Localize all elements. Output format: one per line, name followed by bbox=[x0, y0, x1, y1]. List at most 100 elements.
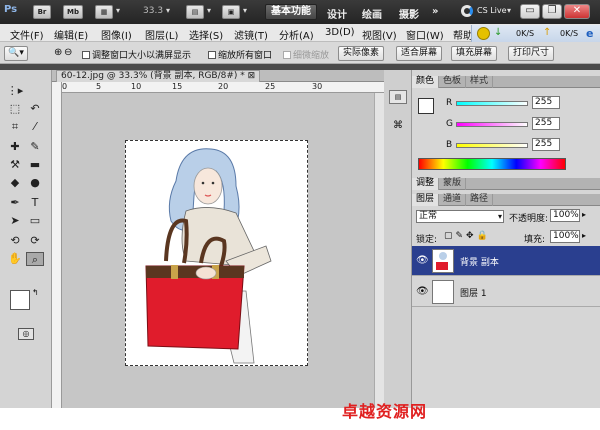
path-select-icon[interactable]: ➤ bbox=[6, 214, 24, 228]
tab-styles[interactable]: 样式 bbox=[466, 76, 494, 88]
fill-arrow-icon[interactable]: ▸ bbox=[582, 231, 586, 240]
lock-label: 锁定: bbox=[416, 235, 438, 245]
color-spectrum-ramp[interactable] bbox=[418, 158, 566, 170]
move-tool-icon[interactable]: ⋮▸ bbox=[6, 84, 24, 98]
clone-stamp-icon[interactable]: ⚒ bbox=[6, 158, 24, 172]
channel-g-value[interactable]: 255 bbox=[532, 117, 560, 130]
tab-paths[interactable]: 路径 bbox=[466, 194, 494, 206]
workspace-essentials[interactable]: 基本功能 bbox=[265, 4, 317, 20]
restore-button[interactable]: ❐ bbox=[542, 4, 562, 19]
fit-screen-button[interactable]: 适合屏幕 bbox=[396, 46, 443, 61]
zoom-in-icon[interactable]: ⊕ bbox=[54, 47, 62, 58]
gradient-tool-icon[interactable]: ▬ bbox=[26, 158, 44, 172]
channel-r-slider[interactable] bbox=[456, 101, 528, 106]
fill-input[interactable]: 100% bbox=[550, 230, 580, 243]
tool-presets-icon[interactable]: ⌘ bbox=[389, 120, 407, 134]
3d-rotate-icon[interactable]: ⟲ bbox=[6, 234, 24, 248]
watermark-text: 卓越资源网 bbox=[342, 402, 428, 421]
view-extras-button[interactable]: ▦ bbox=[95, 5, 113, 19]
chevron-down-icon[interactable]: ▾ bbox=[166, 6, 170, 15]
screen-mode-button[interactable]: ▣ bbox=[222, 5, 240, 19]
pen-tool-icon[interactable]: ✒ bbox=[6, 196, 24, 210]
cs-live-icon[interactable] bbox=[461, 5, 473, 17]
history-panel-icon[interactable]: ▤ bbox=[389, 90, 407, 104]
zoom-tool-icon[interactable]: ⌕ bbox=[26, 252, 44, 266]
tab-layers[interactable]: 图层 bbox=[412, 194, 440, 206]
lasso-tool-icon[interactable]: ↶ bbox=[26, 102, 44, 116]
dodge-tool-icon[interactable]: ● bbox=[26, 176, 44, 190]
close-button[interactable]: ✕ bbox=[564, 4, 590, 19]
foreground-color-swatch[interactable] bbox=[10, 290, 30, 310]
channel-b-value[interactable]: 255 bbox=[532, 138, 560, 151]
color-foreground-swatch[interactable] bbox=[418, 98, 434, 114]
menu-select[interactable]: 选择(S) bbox=[189, 27, 223, 42]
cs-live-button[interactable]: CS Live bbox=[477, 6, 507, 15]
tab-adjustments[interactable]: 调整 bbox=[412, 178, 440, 190]
zoom-level[interactable]: 33.3 bbox=[143, 6, 163, 16]
zoom-all-windows-checkbox[interactable]: 缩放所有窗口 bbox=[208, 48, 272, 61]
marquee-tool-icon[interactable]: ⬚ bbox=[6, 102, 24, 116]
close-icon[interactable]: ⊠ bbox=[248, 71, 256, 81]
actual-pixels-button[interactable]: 实际像素 bbox=[338, 46, 385, 61]
menu-view[interactable]: 视图(V) bbox=[362, 27, 397, 42]
menu-image[interactable]: 图像(I) bbox=[101, 27, 132, 42]
menu-filter[interactable]: 滤镜(T) bbox=[234, 27, 268, 42]
chevron-down-icon[interactable]: ▾ bbox=[243, 6, 247, 15]
scrubby-zoom-checkbox[interactable]: 细微缩放 bbox=[283, 48, 329, 61]
workspace-painting[interactable]: 绘画 bbox=[362, 6, 382, 21]
workspace-photography[interactable]: 摄影 bbox=[399, 6, 419, 21]
chevron-down-icon[interactable]: ▾ bbox=[116, 6, 120, 15]
menu-edit[interactable]: 编辑(E) bbox=[54, 27, 88, 42]
vertical-scrollbar[interactable] bbox=[374, 93, 384, 408]
type-tool-icon[interactable]: T bbox=[26, 196, 44, 210]
quick-mask-icon[interactable]: ◎ bbox=[18, 328, 34, 340]
swap-colors-icon[interactable]: ↰ bbox=[32, 288, 39, 297]
bridge-button[interactable]: Br bbox=[33, 5, 51, 19]
tab-swatches[interactable]: 色板 bbox=[439, 76, 467, 88]
document-title: 60-12.jpg @ 33.3% (背景 副本, RGB/8#) * bbox=[61, 71, 245, 81]
zoom-out-icon[interactable]: ⊖ bbox=[64, 47, 72, 58]
opacity-label: 不透明度: bbox=[509, 214, 549, 224]
workspace-design[interactable]: 设计 bbox=[327, 6, 347, 21]
menu-help[interactable]: 帮助 bbox=[453, 27, 473, 42]
opacity-input[interactable]: 100% bbox=[550, 209, 580, 222]
menu-3d[interactable]: 3D(D) bbox=[325, 27, 355, 38]
brush-tool-icon[interactable]: ✎ bbox=[26, 140, 44, 154]
eyedropper-tool-icon[interactable]: ⁄ bbox=[26, 120, 44, 134]
minimize-button[interactable]: ▭ bbox=[520, 4, 540, 19]
layer-row[interactable]: 👁 图层 1 bbox=[412, 277, 600, 307]
3d-orbit-icon[interactable]: ⟳ bbox=[26, 234, 44, 248]
visibility-eye-icon[interactable]: 👁 bbox=[416, 286, 429, 297]
opacity-arrow-icon[interactable]: ▸ bbox=[582, 210, 586, 219]
minibridge-button[interactable]: Mb bbox=[63, 5, 83, 19]
chevron-down-icon[interactable]: ▾ bbox=[507, 6, 511, 15]
menu-layer[interactable]: 图层(L) bbox=[145, 27, 178, 42]
tab-channels[interactable]: 通道 bbox=[439, 194, 467, 206]
channel-r-value[interactable]: 255 bbox=[532, 96, 560, 109]
document-image[interactable] bbox=[125, 140, 308, 366]
menu-file[interactable]: 文件(F) bbox=[10, 27, 44, 42]
tab-masks[interactable]: 蒙版 bbox=[439, 178, 467, 190]
document-tab[interactable]: 60-12.jpg @ 33.3% (背景 副本, RGB/8#) * ⊠ bbox=[56, 70, 261, 82]
eraser-tool-icon[interactable]: ◆ bbox=[6, 176, 24, 190]
more-workspaces-icon[interactable]: » bbox=[432, 6, 438, 17]
fill-screen-button[interactable]: 填充屏幕 bbox=[451, 46, 498, 61]
crop-tool-icon[interactable]: ⌗ bbox=[6, 120, 24, 134]
healing-brush-icon[interactable]: ✚ bbox=[6, 140, 24, 154]
layer-row[interactable]: 👁 背景 副本 bbox=[412, 246, 600, 276]
visibility-eye-icon[interactable]: 👁 bbox=[416, 255, 429, 266]
menu-window[interactable]: 窗口(W) bbox=[406, 27, 444, 42]
channel-b-slider[interactable] bbox=[456, 143, 528, 148]
arrange-documents-button[interactable]: ▤ bbox=[186, 5, 204, 19]
print-size-button[interactable]: 打印尺寸 bbox=[508, 46, 555, 61]
tab-color[interactable]: 颜色 bbox=[412, 76, 440, 88]
resize-windows-checkbox[interactable]: 调整窗口大小以满屏显示 bbox=[82, 48, 191, 61]
hand-tool-icon[interactable]: ✋ bbox=[6, 252, 24, 266]
menu-analysis[interactable]: 分析(A) bbox=[279, 27, 314, 42]
shape-tool-icon[interactable]: ▭ bbox=[26, 214, 44, 228]
lock-options-icon[interactable]: ▢✎✥🔒 bbox=[444, 231, 491, 241]
channel-g-slider[interactable] bbox=[456, 122, 528, 127]
chevron-down-icon[interactable]: ▾ bbox=[207, 6, 211, 15]
blend-mode-select[interactable]: 正常 ▾ bbox=[416, 210, 504, 223]
zoom-tool-icon[interactable]: 🔍▾ bbox=[4, 46, 28, 61]
